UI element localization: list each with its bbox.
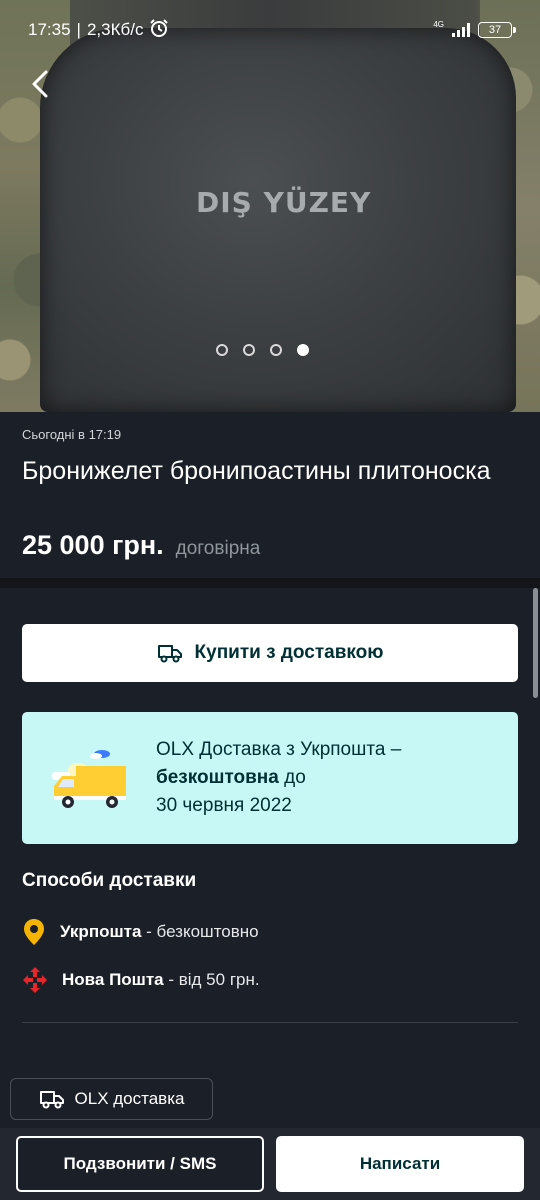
method-price: - від 50 грн. [163, 970, 260, 989]
method-name: Нова Пошта [62, 970, 164, 989]
signal-icon [452, 23, 470, 37]
promo-text: OLX Доставка з Укрпошта – безкоштовна до… [156, 736, 506, 820]
olx-delivery-promo: OLX Доставка з Укрпошта – безкоштовна до… [22, 712, 518, 844]
scrollbar[interactable] [533, 588, 538, 698]
status-speed: 2,3Кб/с [86, 20, 144, 39]
promo-date: 30 червня 2022 [156, 795, 292, 816]
divider [22, 1022, 518, 1023]
promo-free-label: безкоштовна [156, 767, 279, 788]
delivery-truck-icon [39, 1091, 64, 1109]
buy-button-label: Купити з доставкою [194, 642, 384, 663]
photo-plate-text: DIŞ YÜZEY [196, 186, 372, 219]
delivery-method-nova-poshta: Нова Пошта - від 50 грн. [22, 966, 260, 994]
alarm-icon [149, 18, 169, 43]
listing-title: Бронижелет бронипоастины плитоноска [22, 457, 491, 485]
battery-icon: 37 [478, 22, 516, 38]
delivery-truck-icon [157, 645, 182, 663]
status-bar: 17:35 | 2,3Кб/с 4G 37 [0, 0, 540, 60]
status-separator: | [76, 20, 81, 39]
status-time: 17:35 [28, 20, 71, 39]
call-sms-button[interactable]: Подзвонити / SMS [16, 1136, 264, 1192]
price-row: 25 000 грн. договірна [22, 530, 260, 561]
battery-level: 37 [488, 24, 502, 36]
method-name: Укрпошта [60, 922, 142, 941]
listing-info: Сьогодні в 17:19 Бронижелет бронипоастин… [0, 412, 540, 578]
nova-poshta-icon [23, 967, 47, 993]
network-type: 4G [433, 19, 444, 29]
listing-price: 25 000 грн. [22, 530, 164, 560]
gallery-dot[interactable] [243, 344, 255, 356]
delivery-methods-title: Способи доставки [22, 870, 197, 891]
negotiable-label: договірна [175, 538, 261, 559]
promo-until: до [278, 767, 306, 788]
section-divider [0, 578, 540, 588]
delivery-method-ukrposhta: Укрпошта - безкоштовно [22, 918, 259, 946]
delivery-truck-illustration [52, 750, 126, 808]
gallery-dot-active[interactable] [297, 344, 309, 356]
method-price: - безкоштовно [141, 922, 259, 941]
bottom-action-bar: Подзвонити / SMS Написати [0, 1128, 540, 1200]
promo-line1: OLX Доставка з Укрпошта – [156, 739, 402, 760]
olx-delivery-chip-label: OLX доставка [74, 1089, 185, 1108]
gallery-dot[interactable] [270, 344, 282, 356]
write-message-button[interactable]: Написати [276, 1136, 524, 1192]
olx-delivery-chip[interactable]: OLX доставка [10, 1078, 213, 1120]
gallery-dot[interactable] [216, 344, 228, 356]
chevron-left-icon [32, 70, 48, 98]
ukrposhta-pin-icon [24, 919, 44, 945]
listing-date: Сьогодні в 17:19 [22, 427, 122, 442]
buy-with-delivery-button[interactable]: Купити з доставкою [22, 624, 518, 682]
gallery-pagination [216, 344, 309, 356]
back-button[interactable] [22, 66, 58, 102]
